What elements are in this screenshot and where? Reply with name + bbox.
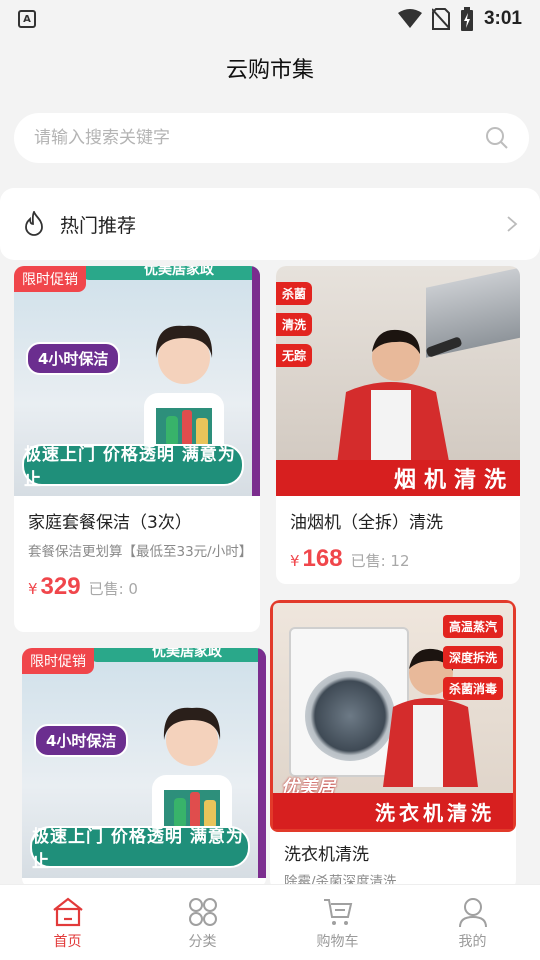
poster-slogan: 极速上门 价格透明 满意为止: [22, 444, 244, 490]
poster-banner: 洗衣机清洗: [273, 793, 513, 829]
poster-tag: 杀菌: [276, 282, 313, 305]
currency-symbol: ¥: [28, 580, 38, 598]
poster-pill: 4小时保洁: [26, 342, 121, 375]
price-row: ¥ 168 已售: 12: [276, 545, 520, 573]
wifi-icon: [397, 9, 422, 28]
font-a-icon: A: [18, 10, 36, 28]
poster-banner: 烟机清洗: [276, 460, 520, 496]
tab-label: 我的: [458, 933, 487, 950]
washing-machine-poster: 高温蒸汽 深度拆洗 杀菌消毒 优美居 洗衣机清洗: [270, 600, 516, 832]
home-icon: [52, 897, 83, 926]
worker-illustration: [336, 329, 462, 472]
sold-count: 已售: 0: [88, 580, 138, 598]
user-icon: [458, 897, 487, 927]
poster-tag: 深度拆洗: [442, 646, 503, 669]
product-image[interactable]: 高温蒸汽 深度拆洗 杀菌消毒 优美居 洗衣机清洗: [270, 600, 516, 832]
search-icon[interactable]: [485, 126, 509, 150]
range-hood-poster: 杀菌 清洗 无踪 美居 烟机清洗: [276, 266, 520, 496]
cleaning-poster: 优美居家政 4小时保洁 极速上门 价格透明 满意为止: [14, 266, 260, 496]
tab-home[interactable]: 首页: [0, 885, 135, 960]
product-title: 家庭套餐保洁（3次）: [28, 513, 192, 533]
poster-tag: 高温蒸汽: [442, 615, 503, 638]
bottom-tab-bar: 首页 分类 购物车 我的: [0, 884, 540, 960]
status-bar: A 3:01: [0, 0, 540, 38]
product-price: 168: [302, 545, 343, 572]
chevron-right-icon[interactable]: [506, 215, 518, 233]
tab-label: 首页: [53, 933, 82, 950]
product-title: 油烟机（全拆）清洗: [290, 513, 443, 533]
cart-icon: [323, 898, 352, 925]
product-image[interactable]: 杀菌 清洗 无踪 美居 烟机清洗: [276, 266, 520, 496]
promo-tag: 限时促销: [14, 266, 86, 292]
product-desc: 套餐保洁更划算【最低至33元/小时】: [28, 544, 253, 560]
tab-label: 购物车: [316, 933, 359, 950]
battery-icon: [460, 7, 473, 31]
promo-tag: 限时促销: [22, 648, 94, 674]
tab-label: 分类: [188, 933, 217, 950]
hot-recommend-label: 热门推荐: [60, 214, 137, 237]
fire-icon: [25, 211, 43, 236]
poster-pill: 4小时保洁: [34, 724, 129, 757]
sold-count: 已售: 12: [350, 552, 410, 570]
product-image[interactable]: 优美居家政 4小时保洁 极速上门 价格透明 满意为止 限时促销: [14, 266, 260, 496]
product-image[interactable]: 优美居家政 4小时保洁 极速上门 价格透明 满意为止 限时促销: [22, 648, 266, 878]
tab-category[interactable]: 分类: [135, 885, 270, 960]
poster-tag: 无踪: [276, 344, 313, 367]
poster-brand-band: 优美居家政: [144, 266, 214, 278]
product-card[interactable]: 优美居家政 4小时保洁 极速上门 价格透明 满意为止 限时促销: [22, 648, 266, 888]
search-bar[interactable]: [14, 113, 529, 163]
status-time: 3:01: [483, 8, 522, 29]
product-title: 洗衣机清洗: [284, 845, 369, 865]
tab-cart[interactable]: 购物车: [270, 885, 405, 960]
product-price: 329: [40, 573, 81, 600]
product-card[interactable]: 杀菌 清洗 无踪 美居 烟机清洗 油烟机（全拆）清洗 ¥ 168 已售: 12: [276, 266, 520, 584]
search-input[interactable]: [34, 128, 485, 148]
price-row: ¥ 329 已售: 0: [14, 573, 260, 601]
category-icon: [188, 897, 217, 926]
no-sim-icon: [431, 8, 450, 30]
tab-me[interactable]: 我的: [405, 885, 540, 960]
cleaning-poster: 优美居家政 4小时保洁 极速上门 价格透明 满意为止: [22, 648, 266, 878]
poster-tag: 清洗: [276, 313, 313, 336]
hot-recommend-bar[interactable]: 热门推荐: [0, 188, 540, 260]
product-card[interactable]: 高温蒸汽 深度拆洗 杀菌消毒 优美居 洗衣机清洗 洗衣机清洗 除霉/杀菌深度清洗: [270, 600, 516, 890]
poster-tag: 杀菌消毒: [442, 677, 503, 700]
poster-brand-band: 优美居家政: [152, 648, 222, 660]
page-title: 云购市集: [225, 58, 314, 83]
currency-symbol: ¥: [290, 552, 300, 570]
poster-slogan: 极速上门 价格透明 满意为止: [30, 826, 250, 872]
product-card[interactable]: 优美居家政 4小时保洁 极速上门 价格透明 满意为止 限时促销 家庭套餐保洁（3…: [14, 266, 260, 632]
